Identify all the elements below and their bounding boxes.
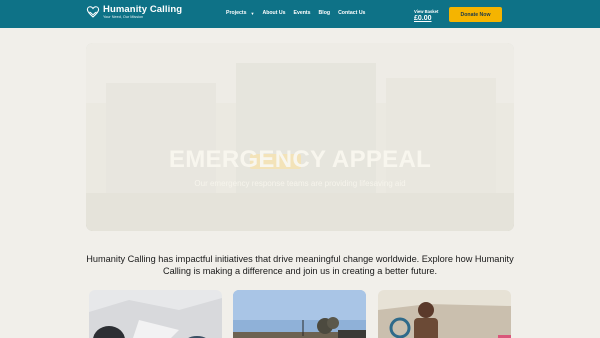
nav-label-projects: Projects	[226, 10, 247, 16]
nav-item-blog[interactable]: Blog	[319, 10, 331, 16]
brand-name: Humanity Calling	[103, 4, 183, 15]
nav-item-about-us[interactable]: About Us	[262, 10, 285, 16]
hero-banner: EMERGENCY APPEAL Our emergency response …	[86, 43, 514, 231]
site-header: Humanity Calling Your Need, Our Mission …	[0, 0, 600, 28]
nav-item-contact-us[interactable]: Contact Us	[338, 10, 365, 16]
project-image-1	[89, 290, 222, 338]
brand-logo[interactable]: Humanity Calling Your Need, Our Mission	[86, 5, 182, 19]
hero-title: EMERGENCY APPEAL	[168, 146, 432, 173]
basket-amount: £0.00	[414, 15, 432, 22]
view-basket-link[interactable]: View Basket £0.00	[414, 9, 438, 22]
hero-overlay	[86, 43, 514, 231]
chevron-down-icon[interactable]: ▼	[250, 11, 254, 16]
donate-now-button[interactable]: Donate Now	[449, 7, 502, 22]
heart-hands-icon	[86, 6, 100, 18]
project-card-3[interactable]	[378, 290, 511, 338]
main-nav: Projects ▼ About Us Events Blog Contact …	[226, 10, 373, 16]
project-card-2[interactable]	[233, 290, 366, 338]
nav-item-events[interactable]: Events	[294, 10, 311, 16]
hero-subtitle: Our emergency response teams are providi…	[194, 179, 406, 188]
basket-label: View Basket	[414, 9, 439, 14]
intro-text: Humanity Calling has impactful initiativ…	[86, 254, 514, 276]
brand-tagline: Your Need, Our Mission	[103, 14, 144, 19]
project-image-2	[233, 290, 366, 338]
project-card-1[interactable]	[89, 290, 222, 338]
nav-item-projects[interactable]: Projects ▼	[226, 10, 254, 16]
project-image-3	[378, 290, 511, 338]
